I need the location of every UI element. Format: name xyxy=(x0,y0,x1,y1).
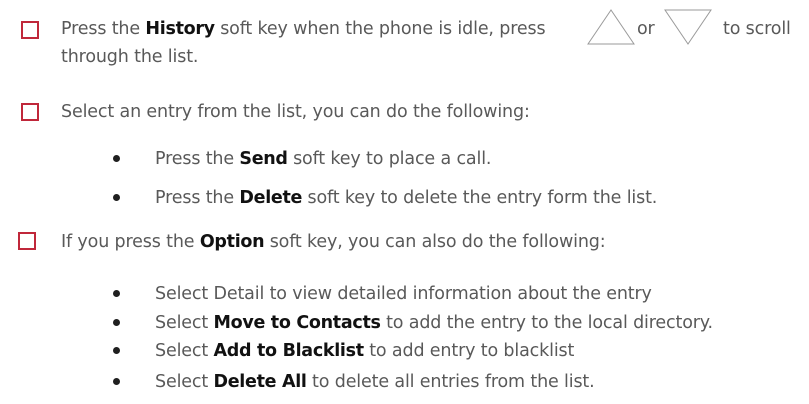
list-item: Select Detail to view detailed informati… xyxy=(155,283,652,305)
step-checkbox-2[interactable] xyxy=(21,103,39,121)
add-to-blacklist-label: Add to Blacklist xyxy=(213,341,365,361)
move-to-contacts-label: Move to Contacts xyxy=(213,313,381,333)
list-item-post: soft key to place a call. xyxy=(287,149,492,169)
bullet-icon xyxy=(113,378,120,385)
list-item-post: to add the entry to the local directory. xyxy=(380,313,713,333)
step-1-line-2: through the list. xyxy=(61,47,199,67)
step-1-text-mid: soft key when the phone is idle, press xyxy=(214,19,546,39)
bullet-icon xyxy=(113,319,120,326)
triangle-up-icon xyxy=(587,9,635,45)
list-item: Press the Send soft key to place a call. xyxy=(155,148,491,170)
list-item-pre: Press the xyxy=(155,188,240,208)
step-checkbox-3[interactable] xyxy=(18,232,36,250)
step-2-text: Select an entry from the list, you can d… xyxy=(61,102,530,122)
list-item: Select Delete All to delete all entries … xyxy=(155,371,595,393)
delete-softkey-label: Delete xyxy=(239,188,303,208)
delete-all-label: Delete All xyxy=(213,372,307,392)
step-3-text-post: soft key, you can also do the following: xyxy=(264,232,606,252)
step-1-text-post: to scroll xyxy=(723,19,791,39)
list-item-post: soft key to delete the entry form the li… xyxy=(302,188,658,208)
bullet-icon xyxy=(113,347,120,354)
step-checkbox-1[interactable] xyxy=(21,21,39,39)
list-item-pre: Select xyxy=(155,313,214,333)
step-1-line-1: Press the History soft key when the phon… xyxy=(61,18,546,40)
option-softkey-label: Option xyxy=(199,232,265,252)
history-softkey-label: History xyxy=(145,19,215,39)
triangle-down-icon xyxy=(664,9,712,45)
bullet-icon xyxy=(113,290,120,297)
bullet-icon xyxy=(113,194,120,201)
list-item: Press the Delete soft key to delete the … xyxy=(155,187,657,209)
bullet-icon xyxy=(113,155,120,162)
list-item-pre: Press the xyxy=(155,149,240,169)
step-3-text-pre: If you press the xyxy=(61,232,200,252)
list-item-post: to add entry to blacklist xyxy=(363,341,575,361)
step-1-text-pre: Press the xyxy=(61,19,146,39)
list-item-post: to delete all entries from the list. xyxy=(306,372,595,392)
step-3-text: If you press the Option soft key, you ca… xyxy=(61,231,606,253)
list-item: Select Add to Blacklist to add entry to … xyxy=(155,340,574,362)
list-item-pre: Select Detail to view detailed informati… xyxy=(155,284,652,304)
list-item: Select Move to Contacts to add the entry… xyxy=(155,312,713,334)
send-softkey-label: Send xyxy=(239,149,288,169)
list-item-pre: Select xyxy=(155,341,214,361)
step-1-or-text: or xyxy=(637,19,655,39)
list-item-pre: Select xyxy=(155,372,214,392)
